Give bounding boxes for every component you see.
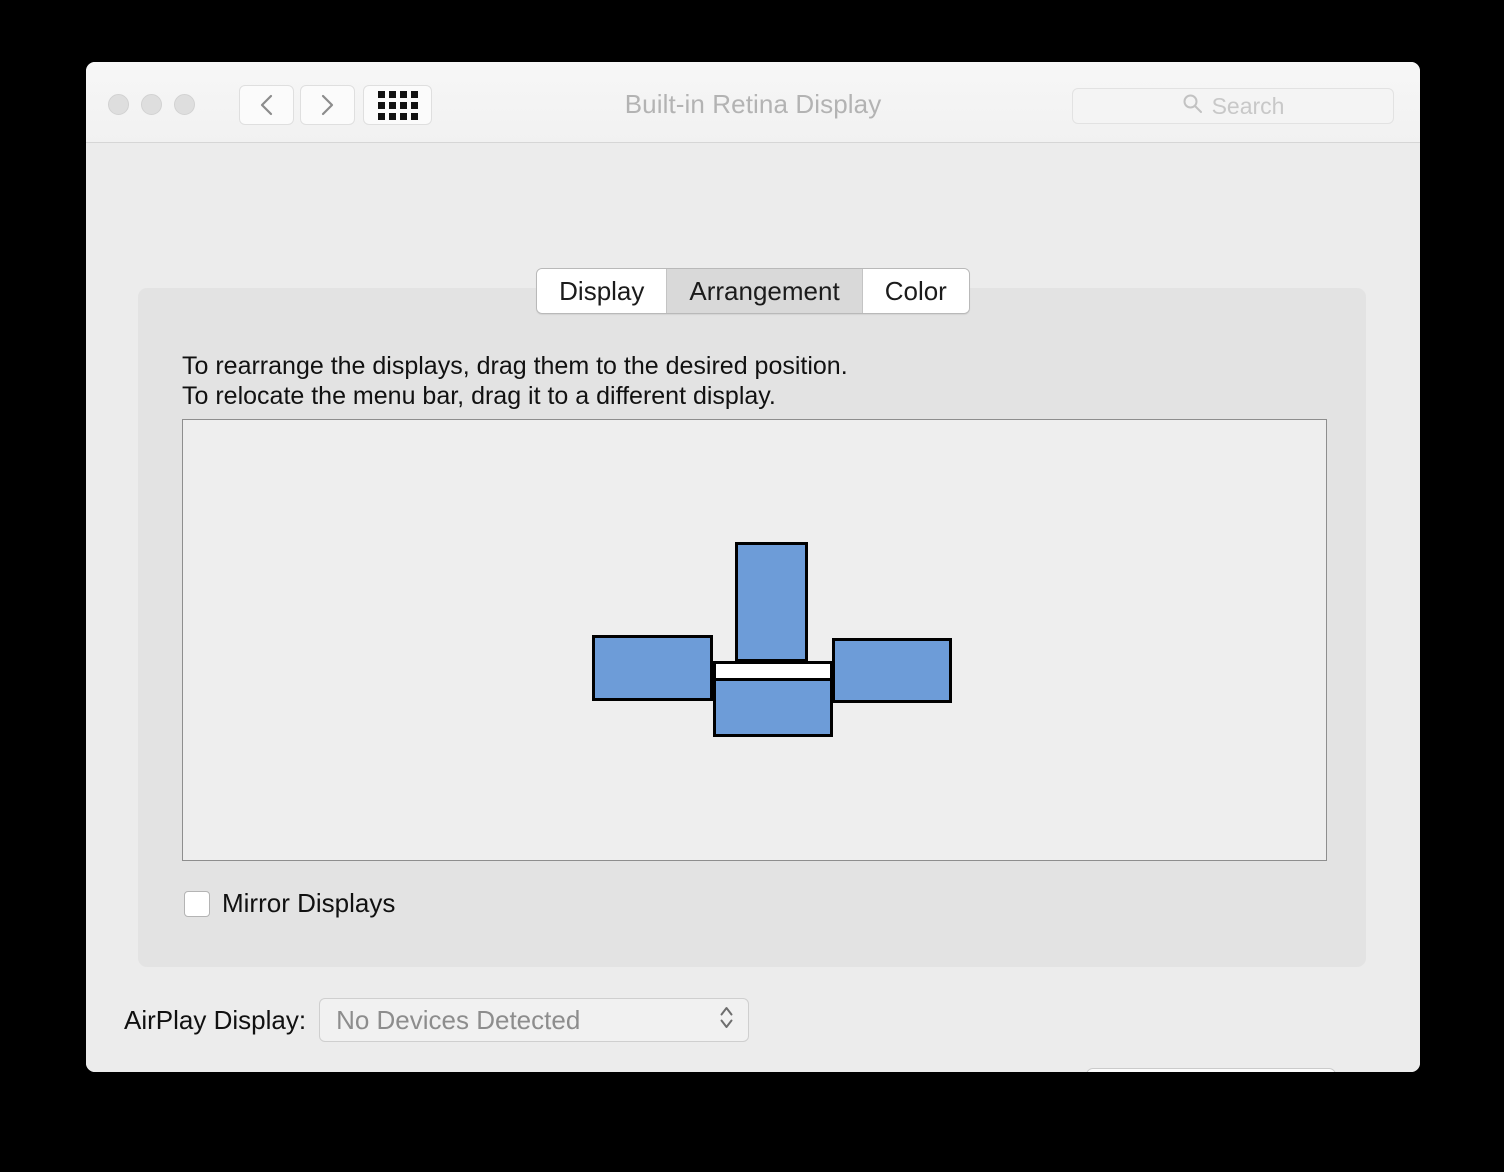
tab-color[interactable]: Color <box>862 269 969 313</box>
tab-bar: Display Arrangement Color <box>86 268 1420 314</box>
mirror-displays-row: Mirror Displays <box>184 888 395 919</box>
display-arrangement-canvas[interactable] <box>182 419 1327 861</box>
tab-arrangement[interactable]: Arrangement <box>667 269 863 313</box>
search-input-placeholder: Search <box>1211 92 1285 119</box>
airplay-display-value: No Devices Detected <box>336 1004 581 1035</box>
menu-bar-strip[interactable] <box>716 664 830 681</box>
gather-windows-button[interactable]: Gather Windows <box>1085 1068 1336 1072</box>
chevron-updown-icon <box>718 1003 735 1038</box>
search-icon <box>1182 93 1203 119</box>
display-right[interactable] <box>832 638 952 703</box>
arrangement-instructions: To rearrange the displays, drag them to … <box>182 352 848 410</box>
display-top-portrait[interactable] <box>735 542 808 662</box>
airplay-display-popup[interactable]: No Devices Detected <box>319 998 750 1042</box>
preference-pane-content: To rearrange the displays, drag them to … <box>86 143 1420 1072</box>
airplay-display-row: AirPlay Display: No Devices Detected <box>124 998 750 1042</box>
mirror-displays-checkbox[interactable] <box>184 890 210 917</box>
airplay-display-label: AirPlay Display: <box>124 1004 307 1035</box>
mirror-displays-label: Mirror Displays <box>222 888 396 918</box>
display-main[interactable] <box>713 661 833 737</box>
tab-display[interactable]: Display <box>537 269 668 313</box>
footer-row: Show mirroring options in the menu bar w… <box>124 1068 1392 1072</box>
display-left[interactable] <box>592 635 713 701</box>
arrangement-groupbox: To rearrange the displays, drag them to … <box>138 288 1366 967</box>
system-preferences-window: Built-in Retina Display Search To rearra… <box>86 62 1420 1072</box>
window-titlebar: Built-in Retina Display Search <box>86 62 1420 143</box>
search-field[interactable]: Search <box>1072 88 1394 124</box>
